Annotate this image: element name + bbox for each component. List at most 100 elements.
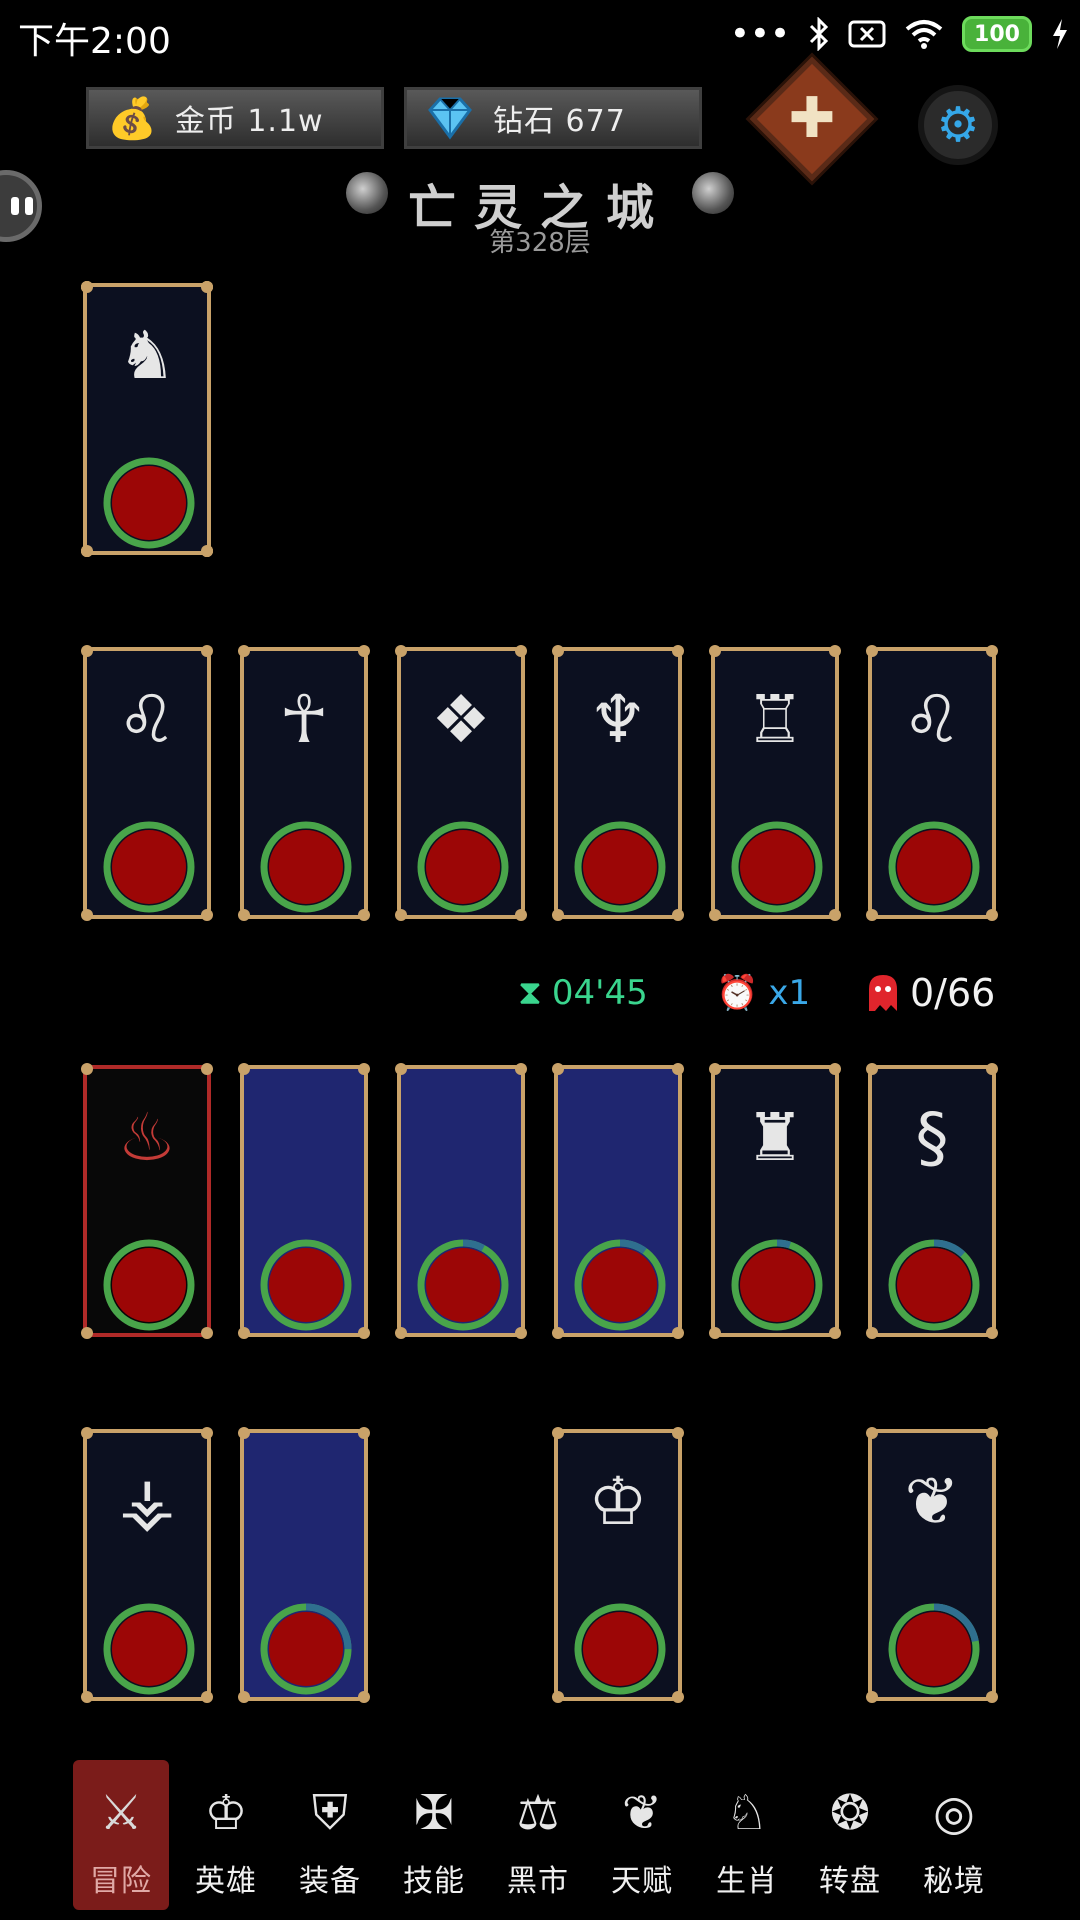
hero-card[interactable]: ♔ — [552, 1427, 684, 1703]
timer-display: ⧗ 04'45 — [518, 968, 648, 1018]
enemy-card[interactable]: ♌ — [866, 645, 998, 921]
card-corner — [866, 645, 878, 657]
card-corner — [515, 1327, 527, 1339]
nav-item-2[interactable]: ⛨ 装备 — [282, 1760, 378, 1910]
gold-bag-icon: 💰 — [107, 95, 157, 142]
hero-card[interactable]: ❦ — [866, 1427, 998, 1703]
hourglass-icon: ⧗ — [518, 973, 542, 1013]
card-corner — [672, 1691, 684, 1703]
nav-item-4[interactable]: ⚖ 黑市 — [490, 1760, 586, 1910]
hero-icon: ♔ — [204, 1785, 248, 1841]
nav-item-1[interactable]: ♔ 英雄 — [178, 1760, 274, 1910]
speed-toggle[interactable]: ⏰ x1 — [716, 968, 810, 1018]
nav-item-0[interactable]: ⚔ 冒险 — [73, 1760, 169, 1910]
enemy-card[interactable]: ♌ — [81, 645, 213, 921]
card-corner — [672, 645, 684, 657]
dragon-icon: ♆ — [588, 680, 648, 758]
card-corner — [552, 1691, 564, 1703]
card-corner — [201, 281, 213, 293]
nav-label: 冒险 — [90, 1864, 152, 1899]
card-corner — [358, 645, 370, 657]
hero-card[interactable] — [238, 1063, 370, 1339]
health-ring — [103, 1239, 195, 1331]
enemy-card[interactable]: ❖ — [395, 645, 527, 921]
gear-icon: ⚙ — [936, 97, 980, 153]
status-time: 下午2:00 — [18, 21, 171, 62]
card-corner — [709, 1063, 721, 1075]
sim-off-icon — [848, 20, 886, 48]
card-corner — [358, 909, 370, 921]
health-ring — [260, 1239, 352, 1331]
hero-card[interactable]: § — [866, 1063, 998, 1339]
scales-icon: ⚖ — [516, 1785, 560, 1841]
health-ring — [574, 1603, 666, 1695]
card-corner — [552, 645, 564, 657]
nav-item-6[interactable]: ♘ 生肖 — [699, 1760, 795, 1910]
card-corner — [672, 1063, 684, 1075]
enemy-card[interactable]: ♖ — [709, 645, 841, 921]
card-corner — [81, 645, 93, 657]
timer-text: 04'45 — [551, 973, 648, 1013]
tree-icon: ❦ — [621, 1785, 663, 1841]
health-ring — [260, 821, 352, 913]
serpent-icon: § — [915, 1098, 949, 1176]
card-corner — [81, 1063, 93, 1075]
hero-card[interactable] — [552, 1063, 684, 1339]
nav-item-3[interactable]: ✠ 技能 — [386, 1760, 482, 1910]
diamond-display[interactable]: 钻石 677 — [404, 87, 702, 149]
ghost-icon — [869, 975, 897, 1011]
mummy-icon: ♖ — [745, 680, 805, 758]
add-button[interactable]: ✚ — [749, 56, 875, 182]
enemy-card[interactable]: ♆ — [552, 645, 684, 921]
warrior-helm-icon: ♔ — [588, 1462, 648, 1540]
card-corner — [358, 1063, 370, 1075]
card-corner — [986, 1063, 998, 1075]
nav-item-5[interactable]: ❦ 天赋 — [594, 1760, 690, 1910]
mage-icon: ☥ — [279, 680, 329, 758]
card-corner — [672, 1427, 684, 1439]
health-ring — [574, 1239, 666, 1331]
card-corner — [709, 909, 721, 921]
hero-card[interactable]: ♨ — [81, 1063, 213, 1339]
hero-card[interactable]: ⚶ — [81, 1427, 213, 1703]
card-corner — [829, 909, 841, 921]
hero-card[interactable] — [395, 1063, 527, 1339]
card-corner — [81, 545, 93, 557]
card-corner — [201, 545, 213, 557]
card-corner — [829, 645, 841, 657]
health-ring — [731, 821, 823, 913]
card-corner — [986, 645, 998, 657]
alarm-clock-icon: ⏰ — [716, 973, 759, 1013]
health-ring — [103, 821, 195, 913]
settings-button[interactable]: ⚙ — [918, 85, 998, 165]
empty-slot — [258, 1455, 350, 1547]
wheel-icon: ❂ — [829, 1785, 871, 1841]
charging-icon — [1053, 19, 1067, 49]
nav-label: 英雄 — [195, 1864, 257, 1899]
qilin-icon: ♞ — [117, 316, 177, 394]
enemy-card[interactable]: ☥ — [238, 645, 370, 921]
card-corner — [986, 1691, 998, 1703]
gold-display[interactable]: 💰 金币 1.1w — [86, 87, 384, 149]
bottom-nav: ⚔ 冒险 ♔ 英雄 ⛨ 装备 ✠ 技能 ⚖ 黑市 ❦ 天赋 ♘ 生肖 ❂ 转盘 ◎ 秘境 — [0, 1760, 1080, 1920]
hero-card[interactable]: ♜ — [709, 1063, 841, 1339]
card-corner — [709, 645, 721, 657]
spellbook-icon: ✠ — [413, 1785, 455, 1841]
card-corner — [395, 1327, 407, 1339]
card-corner — [395, 1063, 407, 1075]
health-ring — [888, 821, 980, 913]
gold-label: 金币 1.1w — [174, 104, 324, 139]
nav-item-7[interactable]: ❂ 转盘 — [802, 1760, 898, 1910]
card-corner — [81, 281, 93, 293]
health-ring — [103, 1603, 195, 1695]
nav-item-8[interactable]: ◎ 秘境 — [906, 1760, 1002, 1910]
card-corner — [238, 645, 250, 657]
card-corner — [81, 1691, 93, 1703]
bluetooth-icon — [809, 17, 829, 51]
hero-card[interactable] — [238, 1427, 370, 1703]
beast-mask-icon: ❖ — [431, 680, 491, 758]
card-corner — [238, 1063, 250, 1075]
wolf-icon: ♘ — [725, 1785, 769, 1841]
diamond-label: 钻石 677 — [493, 104, 626, 139]
enemy-card[interactable]: ♞ — [81, 281, 213, 557]
